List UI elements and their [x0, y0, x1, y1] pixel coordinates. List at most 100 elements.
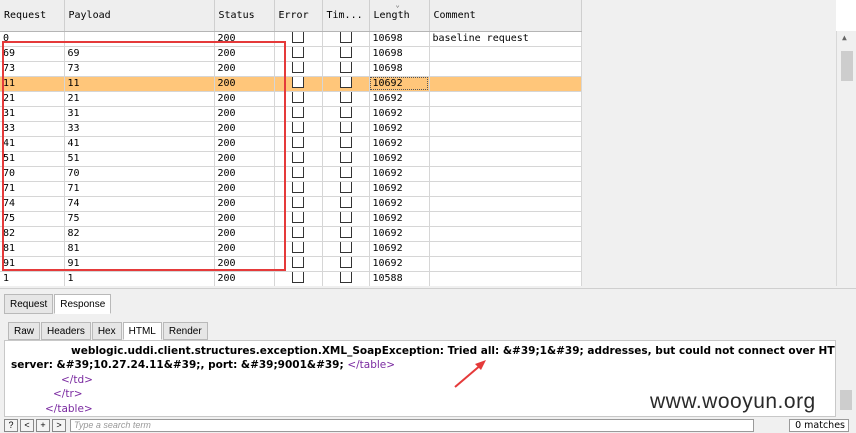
table-row[interactable]: 21 21 200 10692	[0, 91, 582, 107]
request-cell: 71	[0, 181, 65, 197]
tab-response[interactable]: Response	[54, 294, 112, 314]
length-cell: 10692	[369, 181, 430, 197]
error-checkbox[interactable]	[292, 91, 304, 103]
table-row[interactable]: 81 81 200 10692	[0, 241, 582, 257]
help-button[interactable]: ?	[4, 419, 18, 432]
error-checkbox[interactable]	[292, 76, 304, 88]
error-checkbox[interactable]	[292, 241, 304, 253]
status-cell: 200	[214, 76, 275, 92]
td-close-tag: </td>	[61, 374, 93, 386]
table-row[interactable]: 74 74 200 10692	[0, 196, 582, 212]
tab-hex[interactable]: Hex	[91, 322, 122, 340]
timeout-checkbox[interactable]	[339, 106, 352, 118]
column-header-comment[interactable]: Comment	[429, 0, 582, 32]
column-header-request[interactable]: Request	[0, 0, 65, 32]
timeout-cell	[322, 76, 370, 92]
timeout-checkbox[interactable]	[339, 91, 352, 103]
table-row[interactable]: 11 11 200 10692	[0, 76, 582, 92]
error-checkbox[interactable]	[292, 151, 304, 163]
timeout-checkbox[interactable]	[339, 181, 352, 193]
tab-headers[interactable]: Headers	[41, 322, 91, 340]
error-checkbox[interactable]	[292, 271, 304, 283]
table-close-tag-2: </table>	[45, 403, 93, 415]
timeout-cell	[322, 226, 370, 242]
table-row[interactable]: 0 200 10698 baseline request	[0, 31, 582, 47]
error-checkbox[interactable]	[292, 61, 304, 73]
table-scrollbar[interactable]: ▲	[836, 31, 856, 286]
payload-cell: 71	[64, 181, 215, 197]
column-header-payload[interactable]: Payload	[64, 0, 215, 32]
timeout-cell	[322, 211, 370, 227]
timeout-checkbox[interactable]	[339, 121, 352, 133]
column-header-timeout[interactable]: Tim...	[322, 0, 370, 32]
length-cell: 10692	[369, 256, 430, 272]
timeout-checkbox[interactable]	[339, 61, 352, 73]
timeout-checkbox[interactable]	[339, 241, 352, 253]
table-row[interactable]: 75 75 200 10692	[0, 211, 582, 227]
timeout-checkbox[interactable]	[339, 256, 352, 268]
status-cell: 200	[214, 256, 275, 272]
table-row[interactable]: 70 70 200 10692	[0, 166, 582, 182]
timeout-cell	[322, 136, 370, 152]
scroll-up-icon[interactable]: ▲	[842, 33, 847, 42]
table-row[interactable]: 69 69 200 10698	[0, 46, 582, 62]
error-checkbox[interactable]	[292, 256, 304, 268]
timeout-checkbox[interactable]	[339, 136, 352, 148]
request-cell: 33	[0, 121, 65, 137]
error-cell	[274, 241, 323, 257]
timeout-checkbox[interactable]	[339, 271, 352, 283]
error-checkbox[interactable]	[292, 196, 304, 208]
length-cell: 10692	[369, 211, 430, 227]
timeout-cell	[322, 196, 370, 212]
comment-cell	[429, 256, 582, 272]
status-cell: 200	[214, 106, 275, 122]
table-row[interactable]: 91 91 200 10692	[0, 256, 582, 272]
column-header-length[interactable]: ⌄ Length	[369, 0, 430, 32]
table-row[interactable]: 31 31 200 10692	[0, 106, 582, 122]
error-checkbox[interactable]	[292, 46, 304, 58]
timeout-checkbox[interactable]	[339, 46, 352, 58]
table-row[interactable]: 73 73 200 10698	[0, 61, 582, 77]
timeout-checkbox[interactable]	[339, 166, 352, 178]
tab-html[interactable]: HTML	[122, 322, 162, 340]
timeout-checkbox[interactable]	[339, 211, 352, 223]
add-button[interactable]: +	[36, 419, 50, 432]
error-checkbox[interactable]	[292, 226, 304, 238]
response-scrollbar[interactable]	[836, 340, 856, 417]
length-cell: 10692	[369, 76, 430, 92]
length-cell: 10692	[369, 136, 430, 152]
next-match-button[interactable]: >	[52, 419, 66, 432]
search-input[interactable]: Type a search term	[70, 419, 754, 432]
tab-render[interactable]: Render	[162, 322, 208, 340]
error-cell	[274, 106, 323, 122]
timeout-checkbox[interactable]	[339, 196, 352, 208]
timeout-checkbox[interactable]	[339, 31, 352, 43]
error-checkbox[interactable]	[292, 211, 304, 223]
table-row[interactable]: 82 82 200 10692	[0, 226, 582, 242]
request-cell: 82	[0, 226, 65, 242]
tab-request[interactable]: Request	[4, 294, 54, 314]
previous-match-button[interactable]: <	[20, 419, 34, 432]
table-row[interactable]: 41 41 200 10692	[0, 136, 582, 152]
table-row[interactable]: 51 51 200 10692	[0, 151, 582, 167]
error-checkbox[interactable]	[292, 181, 304, 193]
response-scrollbar-thumb[interactable]	[840, 390, 852, 410]
table-row[interactable]: 71 71 200 10692	[0, 181, 582, 197]
timeout-cell	[322, 106, 370, 122]
timeout-checkbox[interactable]	[339, 226, 352, 238]
table-row[interactable]: 1 1 200 10588	[0, 271, 582, 286]
length-cell: 10692	[369, 166, 430, 182]
scrollbar-thumb[interactable]	[841, 51, 853, 81]
error-checkbox[interactable]	[292, 166, 304, 178]
error-checkbox[interactable]	[292, 31, 304, 43]
timeout-checkbox[interactable]	[339, 151, 352, 163]
table-row[interactable]: 33 33 200 10692	[0, 121, 582, 137]
error-checkbox[interactable]	[292, 121, 304, 133]
column-header-status[interactable]: Status	[214, 0, 275, 32]
error-checkbox[interactable]	[292, 106, 304, 118]
timeout-checkbox[interactable]	[339, 76, 352, 88]
column-header-error[interactable]: Error	[274, 0, 323, 32]
tab-raw[interactable]: Raw	[8, 322, 41, 340]
error-checkbox[interactable]	[292, 136, 304, 148]
request-cell: 75	[0, 211, 65, 227]
